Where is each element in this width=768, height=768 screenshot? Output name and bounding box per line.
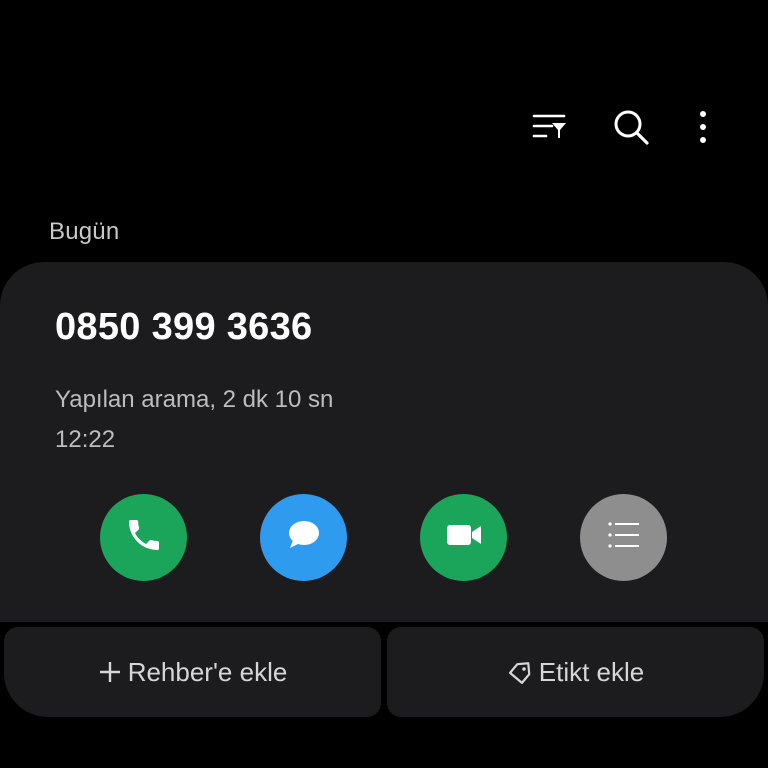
add-to-contacts-label: Rehber'e ekle (127, 656, 288, 687)
phone-icon (124, 515, 164, 560)
plus-icon (98, 660, 122, 684)
call-time: 12:22 (55, 426, 116, 453)
add-tag-label: Etikt ekle (538, 656, 645, 687)
details-button[interactable] (580, 494, 667, 581)
details-list-icon (604, 515, 644, 560)
section-header-today: Bugün (49, 218, 120, 245)
call-detail: Yapılan arama, 2 dk 10 sn (55, 386, 334, 413)
filter-button[interactable] (525, 102, 575, 152)
add-tag-button[interactable]: Etikt ekle (387, 627, 764, 717)
more-vertical-icon (697, 109, 709, 145)
search-icon (611, 107, 651, 147)
message-button[interactable] (260, 494, 347, 581)
filter-list-icon (532, 109, 568, 145)
top-toolbar (0, 102, 768, 152)
call-button[interactable] (100, 494, 187, 581)
call-log-screen: Bugün 0850 399 3636 Yapılan arama, 2 dk … (0, 0, 768, 768)
video-call-icon (442, 513, 486, 562)
video-call-button[interactable] (420, 494, 507, 581)
more-options-button[interactable] (678, 102, 728, 152)
phone-number: 0850 399 3636 (55, 306, 313, 348)
search-button[interactable] (606, 102, 656, 152)
add-to-contacts-button[interactable]: Rehber'e ekle (4, 627, 381, 717)
tag-icon (507, 659, 533, 685)
message-icon (283, 514, 325, 561)
